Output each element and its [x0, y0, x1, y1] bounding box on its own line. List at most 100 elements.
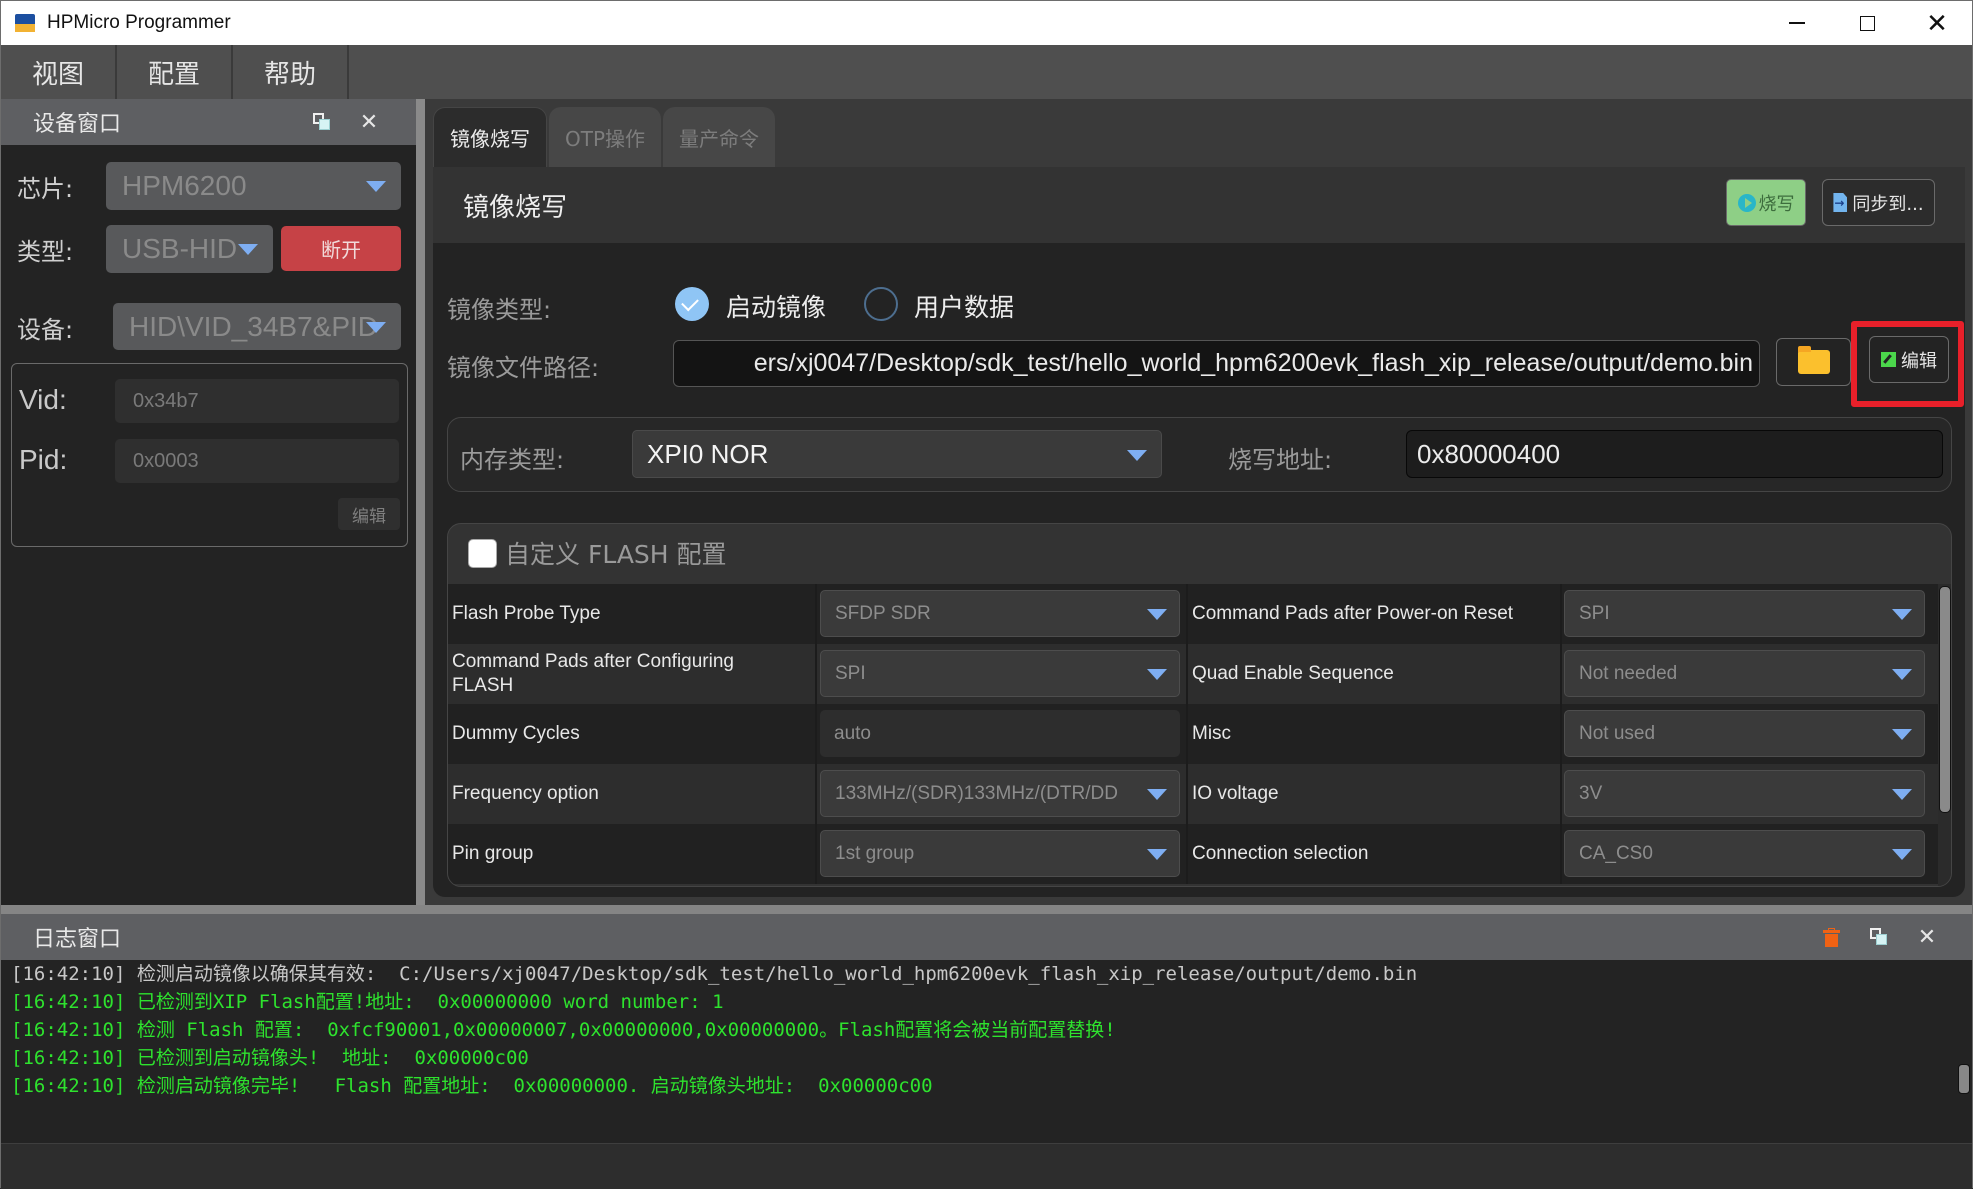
close-button[interactable]: ✕: [1902, 1, 1972, 45]
flash-config-label: Dummy Cycles: [452, 723, 580, 744]
chip-select[interactable]: HPM6200: [106, 162, 401, 210]
log-output[interactable]: [16:42:10] 检测启动镜像以确保其有效: C:/Users/xj0047…: [1, 960, 1972, 1143]
radio-user-data[interactable]: [864, 287, 898, 321]
column-divider: [815, 644, 817, 704]
menu-help[interactable]: 帮助: [233, 45, 349, 99]
pid-field[interactable]: 0x0003: [115, 439, 399, 483]
float-window-icon: [313, 113, 331, 131]
menu-config[interactable]: 配置: [117, 45, 233, 99]
column-divider: [1186, 584, 1188, 644]
flash-config-select[interactable]: SFDP SDR: [820, 590, 1180, 637]
flash-config-label: IO voltage: [1192, 783, 1279, 804]
flash-config-value: auto: [834, 722, 871, 744]
horizontal-splitter[interactable]: [1, 905, 1972, 914]
file-path-input[interactable]: ers/xj0047/Desktop/sdk_test/hello_world_…: [673, 340, 1760, 387]
disconnect-button[interactable]: 断开: [281, 226, 401, 271]
flash-config-select[interactable]: 1st group: [820, 830, 1180, 877]
minimize-icon: [1789, 22, 1805, 24]
image-type-label: 镜像类型:: [447, 296, 552, 324]
flash-config-value: 1st group: [835, 842, 915, 864]
file-path-value: ers/xj0047/Desktop/sdk_test/hello_world_…: [753, 349, 1753, 377]
flash-config-table: Flash Probe Type SFDP SDR Command Pads aft…: [448, 584, 1938, 886]
tab-mass-production[interactable]: 量产命令: [663, 107, 776, 167]
flash-config-value: Not needed: [1579, 662, 1678, 684]
main-area: 镜像烧写 OTP操作 量产命令 镜像烧写 烧写 同步到... 镜像类型: 启动镜…: [425, 99, 1972, 905]
column-divider: [1560, 584, 1562, 644]
vid-pid-edit-button[interactable]: 编辑: [338, 498, 400, 530]
title-bar: HPMicro Programmer ✕: [1, 1, 1972, 45]
float-button[interactable]: [309, 109, 335, 135]
image-write-panel: 镜像烧写 烧写 同步到... 镜像类型: 启动镜像 用户数据 镜像文件路径: e…: [433, 167, 1965, 897]
device-label: 设备:: [17, 316, 74, 344]
flash-config-scrollbar[interactable]: [1938, 584, 1951, 886]
chevron-down-icon: [1892, 729, 1912, 740]
panel-title: 镜像烧写: [463, 192, 568, 223]
flash-config-input[interactable]: auto: [820, 710, 1180, 757]
edit-image-button[interactable]: 编辑: [1869, 336, 1949, 383]
close-dock-button[interactable]: ✕: [1914, 924, 1940, 950]
log-footer: [1, 1143, 1972, 1189]
float-button[interactable]: [1866, 924, 1892, 950]
device-value: HID\VID_34B7&PID: [129, 310, 378, 342]
column-divider: [1186, 704, 1188, 764]
maximize-icon: [1859, 15, 1875, 31]
chip-label: 芯片:: [17, 175, 74, 203]
burn-label: 烧写: [1758, 193, 1795, 215]
flash-config-select[interactable]: 3V: [1564, 770, 1925, 817]
vid-field[interactable]: 0x34b7: [115, 379, 399, 423]
column-divider: [1560, 704, 1562, 764]
log-line: [16:42:10] 检测 Flash 配置: 0xfcf90001,0x000…: [11, 1019, 1116, 1041]
burn-button[interactable]: 烧写: [1726, 179, 1806, 226]
app-window: HPMicro Programmer ✕ 视图 配置 帮助 设备窗口 ✕ 芯片:…: [0, 0, 1973, 1189]
custom-flash-label[interactable]: 自定义 FLASH 配置: [505, 535, 727, 571]
play-icon: [1737, 193, 1756, 212]
column-divider: [1186, 644, 1188, 704]
chevron-down-icon: [1892, 789, 1912, 800]
clear-log-button[interactable]: [1818, 924, 1844, 950]
radio-boot-image-label[interactable]: 启动镜像: [726, 288, 826, 324]
flash-config-select[interactable]: CA_CS0: [1564, 830, 1925, 877]
chevron-down-icon: [1892, 849, 1912, 860]
scrollbar-thumb[interactable]: [1939, 586, 1951, 813]
tab-otp[interactable]: OTP操作: [549, 107, 662, 167]
chip-value: HPM6200: [122, 170, 247, 201]
custom-flash-header: 自定义 FLASH 配置: [448, 524, 1951, 582]
menu-view[interactable]: 视图: [1, 45, 117, 99]
flash-config-select[interactable]: SPI: [1564, 590, 1925, 637]
flash-config-value: SPI: [1579, 602, 1610, 624]
radio-user-data-label[interactable]: 用户数据: [914, 288, 1014, 324]
trash-icon: [1822, 927, 1840, 947]
float-window-icon: [1870, 928, 1888, 946]
maximize-button[interactable]: [1832, 1, 1902, 45]
write-address-input[interactable]: 0x80000400: [1406, 430, 1943, 478]
flash-config-select[interactable]: 133MHz/(SDR)133MHz/(DTR/DD: [820, 770, 1180, 817]
flash-config-value: CA_CS0: [1579, 842, 1653, 864]
vertical-splitter[interactable]: [416, 99, 425, 905]
device-select[interactable]: HID\VID_34B7&PID: [113, 303, 401, 350]
flash-config-label: Pin group: [452, 843, 534, 864]
file-path-label: 镜像文件路径:: [447, 354, 600, 382]
flash-config-value: SPI: [835, 662, 866, 684]
memory-type-select[interactable]: XPI0 NOR: [632, 430, 1162, 478]
close-icon: ✕: [359, 109, 379, 135]
sync-button[interactable]: 同步到...: [1822, 179, 1935, 226]
close-dock-button[interactable]: ✕: [356, 109, 382, 135]
log-scrollbar-thumb[interactable]: [1958, 1064, 1970, 1094]
chevron-down-icon: [238, 244, 258, 255]
minimize-button[interactable]: [1762, 1, 1832, 45]
chevron-down-icon: [1892, 669, 1912, 680]
vid-label: Vid:: [19, 384, 67, 415]
column-divider: [1560, 644, 1562, 704]
flash-config-select[interactable]: SPI: [820, 650, 1180, 697]
tab-image-write[interactable]: 镜像烧写: [433, 107, 547, 167]
column-divider: [1560, 764, 1562, 824]
type-select[interactable]: USB-HID: [106, 225, 273, 273]
radio-boot-image[interactable]: [675, 287, 709, 321]
column-divider: [815, 824, 817, 884]
flash-config-select[interactable]: Not used: [1564, 710, 1925, 757]
flash-config-label: Command Pads after Power-on Reset: [1192, 603, 1514, 624]
flash-config-select[interactable]: Not needed: [1564, 650, 1925, 697]
browse-folder-button[interactable]: [1776, 338, 1851, 386]
custom-flash-checkbox[interactable]: [468, 538, 497, 568]
flash-config-value: 3V: [1579, 782, 1603, 804]
